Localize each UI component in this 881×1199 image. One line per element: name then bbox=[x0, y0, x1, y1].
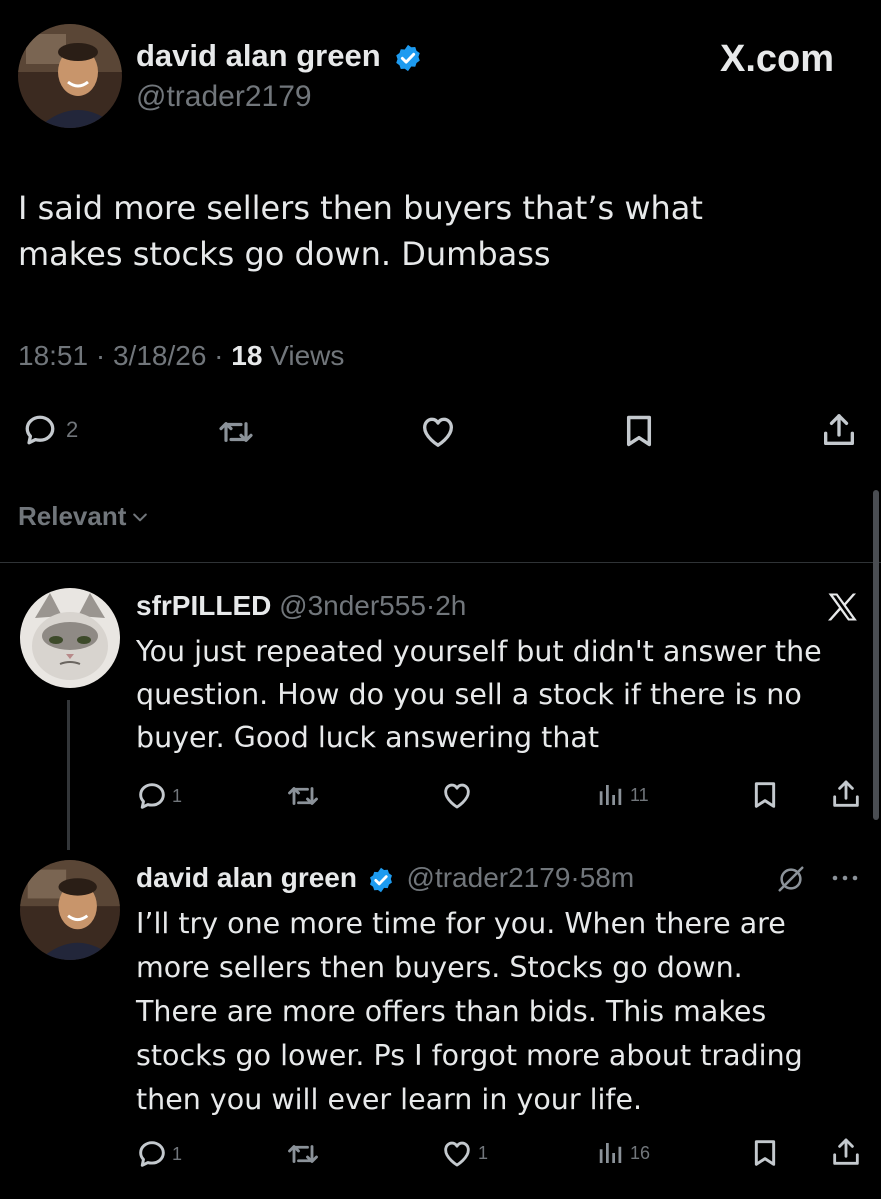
reply-header: david alan green @trader2179·58m bbox=[136, 862, 635, 894]
bookmark-button[interactable] bbox=[749, 779, 781, 811]
like-button[interactable] bbox=[418, 411, 458, 451]
cat-avatar-icon bbox=[20, 588, 120, 688]
x-logo-icon bbox=[825, 590, 859, 624]
retweet-button[interactable] bbox=[216, 412, 256, 452]
brand-watermark: X.com bbox=[720, 38, 835, 80]
like-icon bbox=[440, 778, 474, 812]
views-icon bbox=[596, 1138, 626, 1168]
chevron-down-icon bbox=[133, 513, 148, 521]
person-avatar-icon bbox=[18, 24, 122, 128]
reply-avatar[interactable] bbox=[20, 588, 120, 688]
views-count: 18 bbox=[231, 340, 263, 371]
bookmark-button[interactable] bbox=[620, 412, 658, 450]
tweet-text: I said more sellers then buyers that’s w… bbox=[18, 189, 703, 273]
reply-author-name[interactable]: david alan green bbox=[136, 862, 357, 893]
share-button[interactable] bbox=[829, 777, 863, 811]
reply-icon bbox=[136, 780, 168, 812]
author-avatar[interactable] bbox=[18, 24, 122, 128]
reply-text: I’ll try one more time for you. When the… bbox=[136, 907, 803, 1116]
share-icon bbox=[829, 1135, 863, 1169]
thread-line bbox=[67, 700, 70, 850]
share-icon bbox=[819, 410, 859, 450]
bookmark-icon bbox=[749, 779, 781, 811]
bookmark-icon bbox=[749, 1137, 781, 1169]
more-button[interactable] bbox=[830, 866, 860, 890]
like-icon bbox=[440, 1136, 474, 1170]
sort-dropdown[interactable]: Relevant bbox=[18, 501, 150, 532]
share-icon bbox=[829, 777, 863, 811]
reply-icon bbox=[136, 1138, 168, 1170]
bookmark-icon bbox=[620, 412, 658, 450]
retweet-icon bbox=[285, 1136, 321, 1172]
tweet-date[interactable]: 3/18/26 bbox=[113, 340, 206, 371]
reply-header: sfrPILLED @3nder555·2h bbox=[136, 590, 467, 621]
views-icon bbox=[596, 780, 626, 810]
reply-age[interactable]: 58m bbox=[580, 862, 634, 893]
views-label: Views bbox=[270, 340, 345, 371]
author-handle[interactable]: @trader2179 bbox=[136, 80, 312, 114]
reply-icon bbox=[22, 412, 58, 448]
grok-button[interactable] bbox=[776, 864, 806, 894]
like-icon bbox=[418, 411, 458, 451]
tweet-meta: 18:51 · 3/18/26 · 18 Views bbox=[18, 340, 345, 371]
reply-button[interactable]: 2 bbox=[22, 412, 78, 448]
retweet-button[interactable] bbox=[285, 1136, 321, 1172]
author-name[interactable]: david alan green bbox=[136, 38, 423, 74]
retweet-icon bbox=[216, 412, 256, 452]
views-button[interactable]: 16 bbox=[596, 1138, 650, 1168]
bookmark-button[interactable] bbox=[749, 1137, 781, 1169]
person-avatar-icon bbox=[20, 860, 120, 960]
reply-handle[interactable]: @trader2179 bbox=[407, 862, 571, 893]
verified-icon bbox=[393, 43, 423, 73]
divider bbox=[0, 562, 881, 563]
reply-avatar[interactable] bbox=[20, 860, 120, 960]
reply-text: You just repeated yourself but didn't an… bbox=[136, 635, 822, 754]
reply-button[interactable]: 1 bbox=[136, 780, 182, 812]
share-button[interactable] bbox=[829, 1135, 863, 1169]
retweet-button[interactable] bbox=[285, 778, 321, 814]
views-button[interactable]: 11 bbox=[596, 780, 649, 810]
reply-author-name[interactable]: sfrPILLED bbox=[136, 590, 271, 621]
scrollbar[interactable] bbox=[873, 490, 879, 820]
reply-handle[interactable]: @3nder555 bbox=[279, 590, 426, 621]
grok-icon bbox=[778, 866, 804, 892]
reply-age[interactable]: 2h bbox=[435, 590, 466, 621]
tweet-time[interactable]: 18:51 bbox=[18, 340, 88, 371]
retweet-icon bbox=[285, 778, 321, 814]
more-icon bbox=[832, 875, 858, 881]
verified-icon bbox=[367, 866, 395, 894]
reply-button[interactable]: 1 bbox=[136, 1138, 182, 1170]
like-button[interactable]: 1 bbox=[440, 1136, 488, 1170]
share-button[interactable] bbox=[819, 410, 859, 450]
like-button[interactable] bbox=[440, 778, 474, 812]
x-logo-button[interactable] bbox=[825, 590, 859, 624]
